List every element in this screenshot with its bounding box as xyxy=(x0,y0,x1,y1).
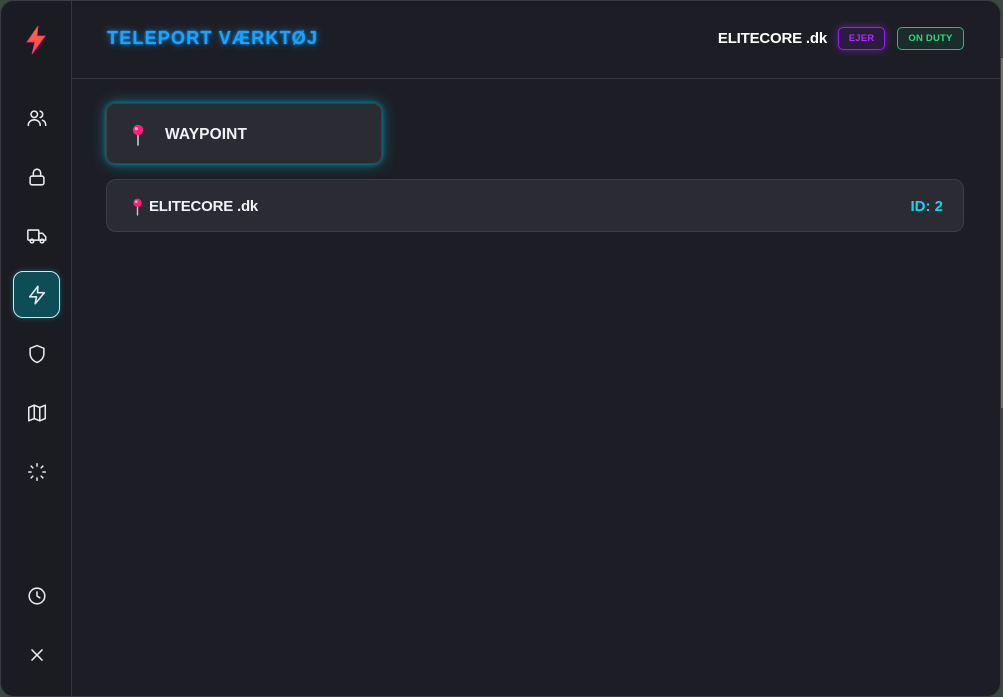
sidebar-item-lock[interactable] xyxy=(13,153,60,200)
clock-icon xyxy=(27,586,46,605)
sidebar-item-teleport[interactable] xyxy=(13,271,60,318)
sidebar xyxy=(1,1,72,696)
waypoint-button[interactable]: WAYPOINT xyxy=(106,103,382,164)
close-icon xyxy=(30,648,43,661)
header: TELEPORT VÆRKTØJ ELITECORE .dk EJER ON D… xyxy=(72,1,1000,79)
sidebar-item-users[interactable] xyxy=(13,94,60,141)
page-title: TELEPORT VÆRKTØJ xyxy=(107,28,319,48)
users-icon xyxy=(27,109,46,126)
player-id: ID: 2 xyxy=(910,198,943,215)
owner-badge: EJER xyxy=(838,27,885,50)
player-row[interactable]: ELITECORE .dk ID: 2 xyxy=(106,179,964,232)
sidebar-item-vehicles[interactable] xyxy=(13,212,60,259)
player-name: ELITECORE .dk xyxy=(149,198,259,215)
lock-icon xyxy=(28,167,45,186)
lightning-bolt-icon xyxy=(22,23,50,57)
sidebar-item-map[interactable] xyxy=(13,389,60,436)
loader-icon xyxy=(27,462,46,481)
sidebar-item-history[interactable] xyxy=(13,572,60,619)
duty-status-badge: ON DUTY xyxy=(897,27,964,50)
truck-icon xyxy=(26,228,46,244)
pin-icon xyxy=(132,198,143,221)
sidebar-item-shield[interactable] xyxy=(13,330,60,377)
waypoint-label: WAYPOINT xyxy=(165,126,248,143)
pin-icon xyxy=(131,124,145,151)
lightning-icon xyxy=(28,285,45,304)
user-name: ELITECORE .dk xyxy=(717,30,827,47)
shield-icon xyxy=(28,344,45,363)
close-button[interactable] xyxy=(13,631,60,678)
sidebar-item-loading[interactable] xyxy=(13,448,60,495)
map-icon xyxy=(27,403,46,422)
